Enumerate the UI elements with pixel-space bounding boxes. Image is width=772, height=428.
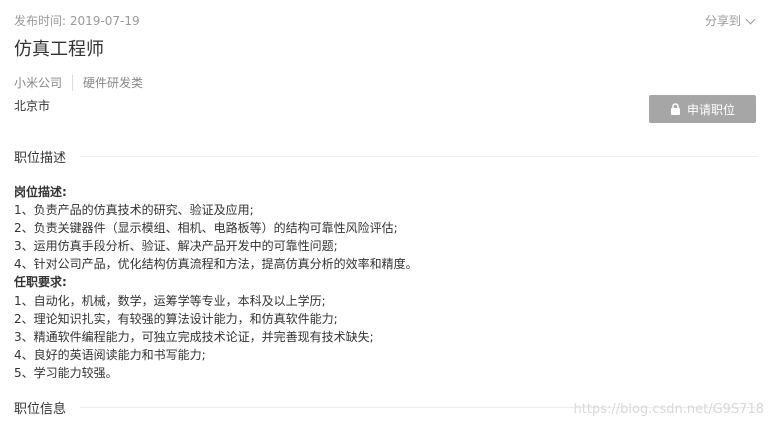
job-detail-page: 发布时间: 2019-07-19 分享到 仿真工程师 小米公司 硬件研发类 北京… — [0, 0, 772, 428]
divider — [72, 74, 74, 91]
publish-time-value: 2019-07-19 — [69, 14, 140, 28]
job-title: 仿真工程师 — [14, 39, 104, 60]
duties-heading: 岗位描述: — [14, 185, 67, 199]
job-location: 北京市 — [14, 99, 51, 113]
section-title: 职位信息 — [14, 402, 67, 417]
list-item: 4、良好的英语阅读能力和书写能力; — [14, 347, 206, 362]
job-category: 硬件研发类 — [83, 76, 144, 90]
list-item: 2、理论知识扎实，有较强的算法设计能力，和仿真软件能力; — [14, 311, 338, 326]
list-item: 5、学习能力较强。 — [14, 365, 118, 380]
publish-time-label: 发布时间: — [14, 14, 67, 28]
list-item: 1、自动化，机械，数学，运筹学等专业，本科及以上学历; — [14, 293, 326, 308]
company-name: 小米公司 — [14, 76, 63, 90]
apply-button[interactable]: 申请职位 — [649, 95, 756, 123]
list-item: 1、负责产品的仿真技术的研究、验证及应用; — [14, 203, 254, 218]
list-item: 2、负责关键器件（显示模组、相机、电路板等）的结构可靠性风险评估; — [14, 221, 398, 236]
publish-time: 发布时间: 2019-07-19 — [14, 12, 140, 29]
list-item: 4、针对公司产品，优化结构仿真流程和方法，提高仿真分析的效率和精度。 — [14, 257, 418, 272]
share-dropdown[interactable]: 分享到 — [704, 12, 756, 29]
company-row: 小米公司 硬件研发类 — [14, 74, 143, 91]
divider — [80, 156, 758, 157]
section-title: 职位描述 — [14, 151, 67, 166]
share-label: 分享到 — [704, 14, 741, 28]
lock-icon — [670, 103, 680, 115]
section-description-header: 职位描述 — [14, 147, 758, 166]
job-description: 岗位描述: 1、负责产品的仿真技术的研究、验证及应用; 2、负责关键器件（显示模… — [14, 183, 754, 382]
list-item: 3、运用仿真手段分析、验证、解决产品开发中的可靠性问题; — [14, 239, 338, 254]
watermark: https://blog.csdn.net/G9S718 — [573, 402, 764, 417]
apply-button-label: 申请职位 — [686, 102, 735, 117]
list-item: 3、精通软件编程能力，可独立完成技术论证，并完善现有技术缺失; — [14, 329, 374, 344]
requirements-heading: 任职要求: — [14, 275, 67, 290]
chevron-down-icon — [745, 14, 756, 24]
